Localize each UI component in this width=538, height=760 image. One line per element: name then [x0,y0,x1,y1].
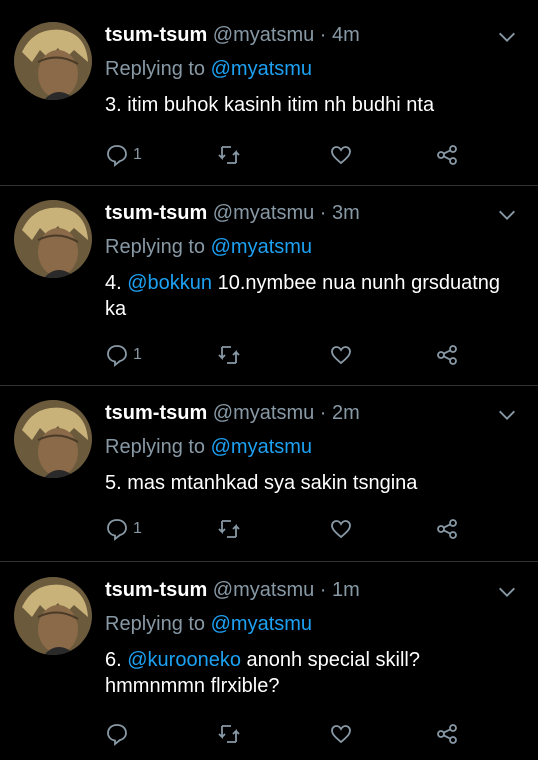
tweet-text-part: 6. [105,649,128,671]
tweet-text-part: 3. itim buhok kasinh itim nh budhi nta [105,94,435,116]
like-icon [331,520,351,539]
tweet-actions: 1 [105,142,505,168]
share-button[interactable] [435,516,459,542]
reply-icon [107,519,127,541]
timestamp[interactable]: 3m [332,202,360,224]
tweet-3[interactable]: tsum-tsum @myatsmu · 2m Replying to @mya… [0,400,538,550]
replying-to-mention[interactable]: @myatsmu [211,436,312,458]
timestamp[interactable]: 2m [332,402,360,424]
tweet-mention[interactable]: @kurooneko [127,649,241,671]
reply-icon [107,345,127,367]
avatar[interactable] [14,577,92,655]
share-button[interactable] [435,342,459,368]
replying-to: Replying to @myatsmu [105,611,312,637]
tweet-text: 6. @kurooneko anonh special skill? hmmnm… [105,647,525,699]
share-icon [437,145,457,165]
divider [0,561,538,562]
tweet-mention[interactable]: @bokkun [127,272,212,294]
user-handle[interactable]: @myatsmu [213,579,314,601]
replying-to-mention[interactable]: @myatsmu [211,58,312,80]
display-name[interactable]: tsum-tsum [105,579,207,601]
share-button[interactable] [435,142,459,168]
replying-to-label: Replying to [105,436,206,458]
reply-icon [107,145,127,167]
retweet-button[interactable] [217,342,241,368]
avatar[interactable] [14,22,92,100]
divider [0,185,538,186]
display-name[interactable]: tsum-tsum [105,24,207,46]
tweet-actions: 1 [105,516,505,542]
replying-to-mention[interactable]: @myatsmu [211,236,312,258]
chevron-down-icon[interactable] [496,204,518,226]
replying-to-mention[interactable]: @myatsmu [211,613,312,635]
retweet-icon [218,346,240,364]
tweet-actions [105,721,505,747]
replying-to-label: Replying to [105,58,206,80]
user-handle[interactable]: @myatsmu [213,402,314,424]
reply-count: 1 [133,346,142,363]
reply-button[interactable]: 1 [105,516,142,542]
avatar[interactable] [14,400,92,478]
retweet-button[interactable] [217,516,241,542]
tweet-header: tsum-tsum @myatsmu · 2m [105,400,360,426]
separator: · [319,579,327,601]
timeline: tsum-tsum @myatsmu · 4m Replying to @mya… [0,0,538,760]
share-icon [437,519,457,539]
chevron-down-icon[interactable] [496,581,518,603]
retweet-icon [218,146,240,164]
retweet-icon [218,725,240,743]
tweet-4[interactable]: tsum-tsum @myatsmu · 1m Replying to @mya… [0,577,538,757]
tweet-2[interactable]: tsum-tsum @myatsmu · 3m Replying to @mya… [0,200,538,380]
like-button[interactable] [329,342,353,368]
chevron-down-icon[interactable] [496,26,518,48]
avatar[interactable] [14,200,92,278]
reply-button[interactable]: 1 [105,342,142,368]
replying-to: Replying to @myatsmu [105,434,312,460]
retweet-icon [218,520,240,538]
reply-count: 1 [133,146,142,163]
reply-count: 1 [133,520,142,537]
tweet-text-part: 4. [105,272,128,294]
like-icon [331,346,351,365]
replying-to-label: Replying to [105,613,206,635]
divider [0,385,538,386]
replying-to: Replying to @myatsmu [105,234,312,260]
reply-button[interactable]: 1 [105,142,142,168]
user-handle[interactable]: @myatsmu [213,202,314,224]
separator: · [319,24,327,46]
tweet-header: tsum-tsum @myatsmu · 4m [105,22,360,48]
tweet-header: tsum-tsum @myatsmu · 1m [105,577,360,603]
like-icon [331,725,351,744]
retweet-button[interactable] [217,142,241,168]
retweet-button[interactable] [217,721,241,747]
reply-icon [107,724,127,746]
timestamp[interactable]: 1m [332,579,360,601]
share-icon [437,345,457,365]
replying-to: Replying to @myatsmu [105,56,312,82]
like-button[interactable] [329,721,353,747]
timestamp[interactable]: 4m [332,24,360,46]
display-name[interactable]: tsum-tsum [105,402,207,424]
tweet-header: tsum-tsum @myatsmu · 3m [105,200,360,226]
separator: · [319,202,327,224]
chevron-down-icon[interactable] [496,404,518,426]
like-button[interactable] [329,516,353,542]
user-handle[interactable]: @myatsmu [213,24,314,46]
tweet-text: 3. itim buhok kasinh itim nh budhi nta [105,92,525,118]
tweet-text: 5. mas mtanhkad sya sakin tsngina [105,470,525,496]
tweet-text: 4. @bokkun 10.nymbee nua nunh grsduatng … [105,270,525,322]
tweet-actions: 1 [105,342,505,368]
share-button[interactable] [435,721,459,747]
like-button[interactable] [329,142,353,168]
tweet-1[interactable]: tsum-tsum @myatsmu · 4m Replying to @mya… [0,22,538,182]
like-icon [331,146,351,165]
tweet-text-part: 5. mas mtanhkad sya sakin tsngina [105,472,418,494]
share-icon [437,724,457,744]
reply-button[interactable] [105,721,133,747]
replying-to-label: Replying to [105,236,206,258]
separator: · [319,402,327,424]
display-name[interactable]: tsum-tsum [105,202,207,224]
